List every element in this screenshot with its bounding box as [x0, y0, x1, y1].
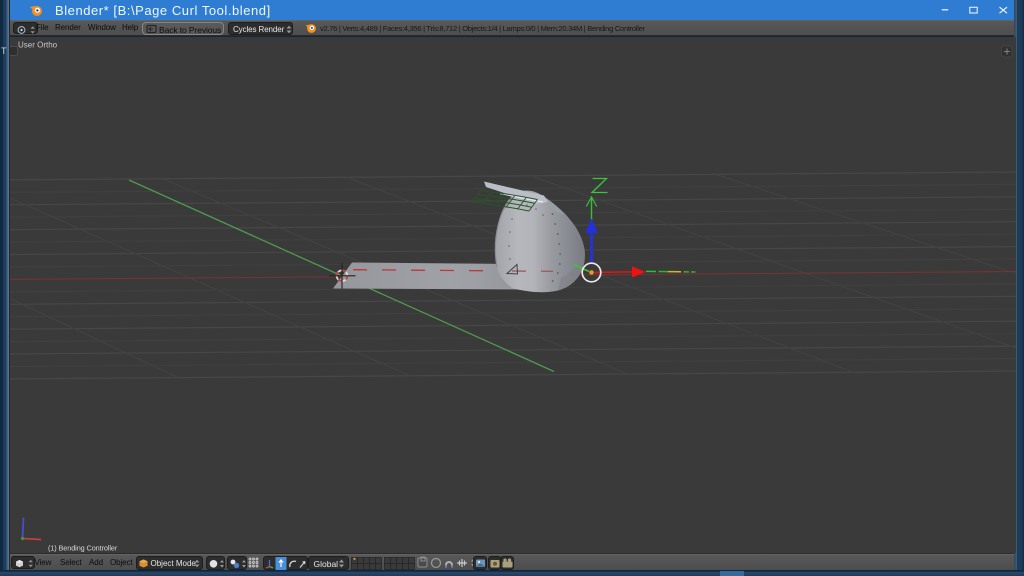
svg-text:(1) Bending Controller: (1) Bending Controller	[48, 544, 118, 553]
svg-text:User Ortho: User Ortho	[18, 41, 58, 50]
